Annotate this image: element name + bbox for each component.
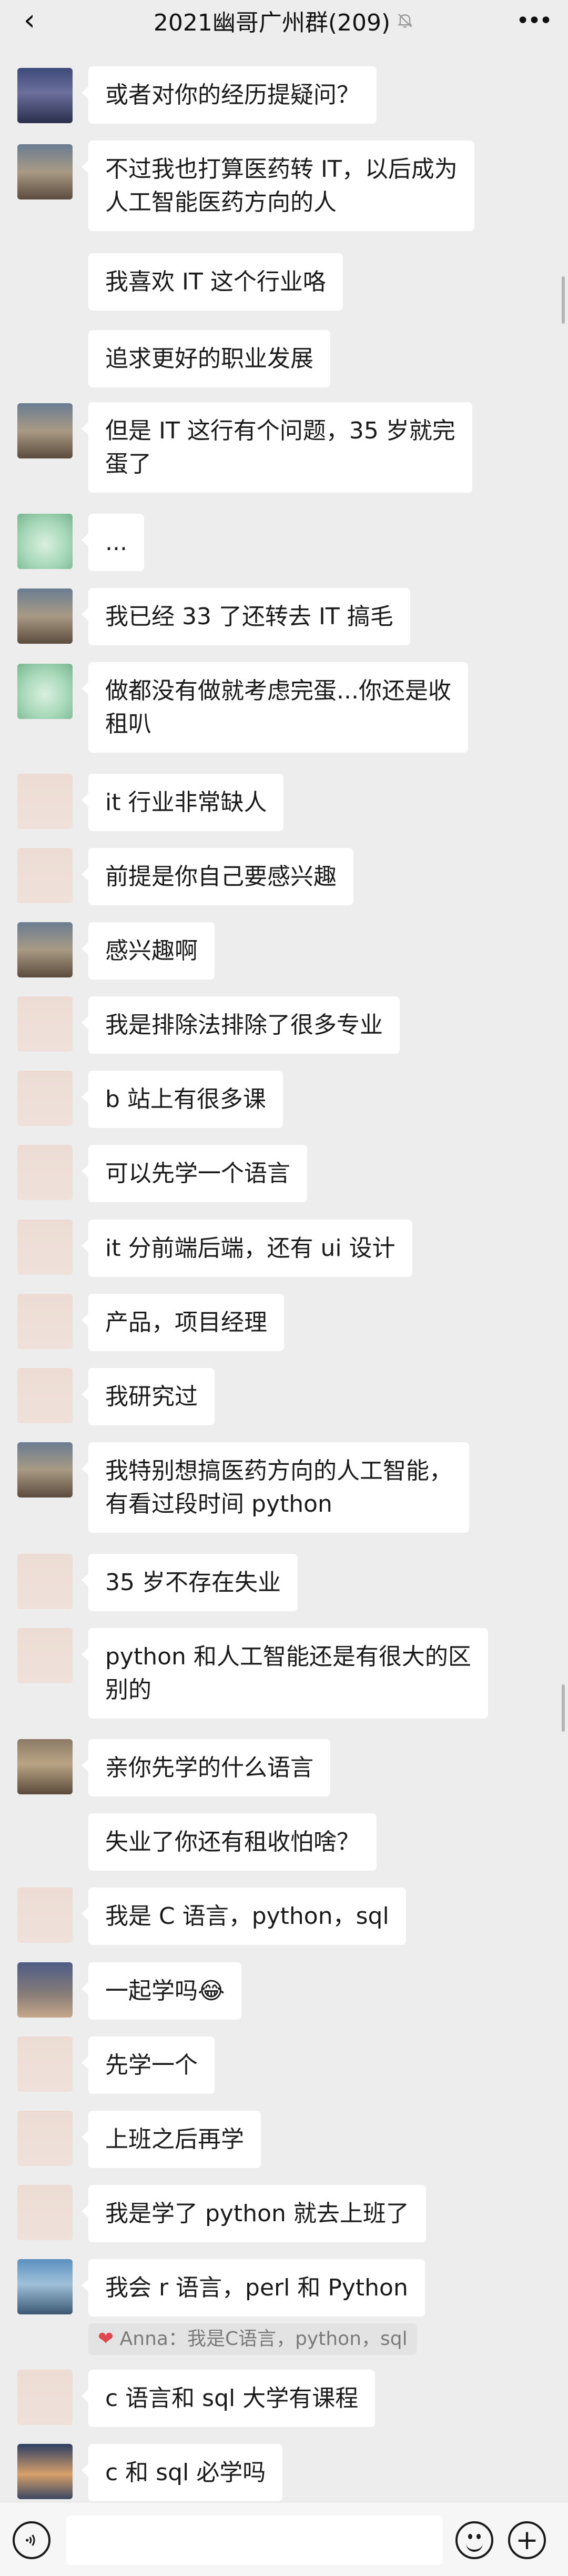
message-bubble[interactable]: 先学一个	[82, 2036, 215, 2094]
message-bubble[interactable]: 我特别想搞医药方向的人工智能， 有看过段时间 python	[82, 1442, 469, 1533]
scrollbar[interactable]	[562, 276, 565, 324]
avatar[interactable]	[17, 2444, 73, 2499]
message-bubble[interactable]: c 和 sql 必学吗	[81, 2444, 283, 2501]
message-bubble[interactable]: 35 岁不存在失业	[82, 1554, 298, 1611]
bell-muted-icon	[397, 14, 413, 28]
avatar[interactable]	[17, 1962, 73, 2018]
plus-icon[interactable]: +	[508, 2521, 546, 2559]
quoted-reply[interactable]: ❤ Anna：我是C语言，python，sql	[88, 2323, 417, 2355]
avatar[interactable]	[17, 848, 73, 903]
message-bubble[interactable]: 我研究过	[82, 1368, 215, 1425]
avatar[interactable]	[17, 922, 73, 977]
message-bubble[interactable]: 但是 IT 这行有个问题，35 岁就完 蛋了	[82, 402, 472, 493]
message-bubble[interactable]: 我喜欢 IT 这个行业咯	[88, 253, 343, 311]
message-bubble[interactable]: c 语言和 sql 大学有课程	[81, 2370, 376, 2427]
message-bubble[interactable]: 我是 C 语言，python，sql	[82, 1888, 406, 1945]
avatar[interactable]	[17, 1739, 73, 1794]
message-bubble[interactable]: it 分前端后端，还有 ui 设计	[82, 1220, 412, 1277]
avatar[interactable]	[17, 2259, 73, 2314]
message-line: 有看过段时间 python	[105, 1491, 332, 1517]
message-bubble[interactable]: 上班之后再学	[82, 2111, 261, 2168]
chat-header: ‹ 2021幽哥广州群(209) •••	[0, 0, 568, 41]
avatar[interactable]	[17, 2036, 73, 2092]
voice-icon[interactable]	[13, 2521, 50, 2559]
message-bubble[interactable]: 一起学吗😂	[81, 1962, 242, 2020]
message-line: 别的	[105, 1676, 151, 1703]
message-bubble[interactable]: it 行业非常缺人	[81, 774, 284, 831]
message-line: 我特别想搞医药方向的人工智能，	[105, 1457, 452, 1484]
message-line: python 和人工智能还是有很大的区	[105, 1643, 471, 1670]
avatar[interactable]	[17, 1628, 73, 1683]
message-bubble[interactable]: 感兴趣啊	[82, 922, 215, 980]
avatar[interactable]	[17, 2111, 73, 2166]
avatar[interactable]	[17, 68, 73, 123]
message-bubble[interactable]: 失业了你还有租收怕啥？	[88, 1813, 377, 1871]
avatar[interactable]	[17, 1368, 73, 1423]
message-bubble[interactable]: 追求更好的职业发展	[88, 330, 330, 387]
message-bubble[interactable]: 我已经 33 了还转去 IT 搞毛	[82, 588, 410, 645]
message-bubble[interactable]: 或者对你的经历提疑问？	[82, 66, 377, 124]
message-line: 蛋了	[105, 451, 151, 477]
avatar[interactable]	[17, 2185, 73, 2240]
scrollbar-secondary[interactable]	[562, 1684, 565, 1732]
message-bubble[interactable]: 不过我也打算医药转 IT，以后成为 人工智能医药方向的人	[82, 141, 474, 231]
avatar[interactable]	[17, 1554, 73, 1609]
message-bubble[interactable]: 产品，项目经理	[82, 1294, 284, 1351]
message-line: 不过我也打算医药转 IT，以后成为	[105, 156, 458, 183]
emoji-icon[interactable]	[455, 2521, 493, 2559]
message-line: 人工智能医药方向的人	[105, 189, 337, 216]
avatar[interactable]	[17, 1145, 73, 1200]
avatar[interactable]	[17, 1294, 73, 1349]
message-bubble[interactable]: 做都没有做就考虑完蛋...你还是收 租叭	[82, 662, 468, 753]
message-bubble[interactable]: 我是排除法排除了很多专业	[82, 996, 400, 1054]
avatar[interactable]	[17, 1888, 73, 1943]
chat-title: 2021幽哥广州群(209)	[153, 9, 391, 36]
message-bubble[interactable]: 前提是你自己要感兴趣	[82, 848, 353, 905]
avatar[interactable]	[17, 664, 73, 719]
input-bar: +	[0, 2502, 568, 2576]
message-line: 但是 IT 这行有个问题，35 岁就完	[105, 417, 455, 444]
message-bubble[interactable]: ...	[82, 514, 144, 571]
message-line: 做都没有做就考虑完蛋...你还是收	[105, 677, 451, 704]
message-bubble[interactable]: 我是学了 python 就去上班了	[82, 2185, 426, 2242]
message-bubble[interactable]: 可以先学一个语言	[82, 1145, 307, 1202]
message-bubble[interactable]: 亲你先学的什么语言	[82, 1739, 330, 1796]
message-line: 租叭	[105, 711, 151, 737]
avatar[interactable]	[17, 996, 73, 1052]
message-bubble[interactable]: b 站上有很多课	[82, 1071, 283, 1128]
avatar[interactable]	[17, 144, 73, 199]
avatar[interactable]	[17, 588, 73, 644]
message-bubble[interactable]: 我会 r 语言，perl 和 Python	[82, 2259, 425, 2317]
avatar[interactable]	[17, 774, 73, 829]
heart-icon: ❤	[98, 2328, 114, 2350]
more-dots-icon[interactable]: •••	[516, 7, 553, 34]
voice-wave-icon	[26, 2534, 35, 2546]
avatar[interactable]	[17, 514, 73, 569]
avatar[interactable]	[17, 1220, 73, 1275]
avatar[interactable]	[17, 1071, 73, 1126]
quoted-reply-text: Anna：我是C语言，python，sql	[119, 2328, 408, 2350]
message-input[interactable]	[66, 2515, 443, 2565]
avatar[interactable]	[17, 403, 73, 458]
avatar[interactable]	[17, 1442, 73, 1497]
avatar[interactable]	[17, 2370, 73, 2425]
chevron-left-icon[interactable]: ‹	[19, 6, 40, 35]
message-bubble[interactable]: python 和人工智能还是有很大的区 别的	[82, 1628, 488, 1719]
